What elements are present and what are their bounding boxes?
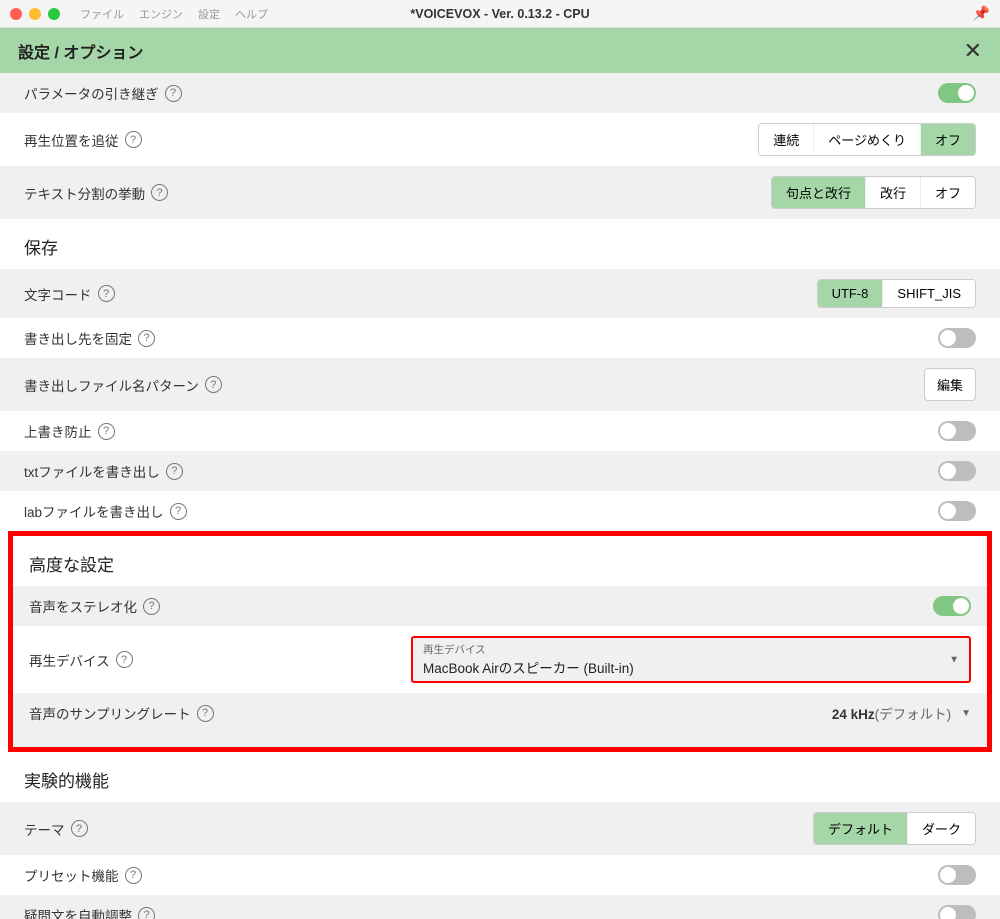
menu-engine[interactable]: エンジン: [139, 6, 183, 22]
label-play-device: 再生デバイス: [29, 650, 110, 670]
titlebar: ファイル エンジン 設定 ヘルプ *VOICEVOX - Ver. 0.13.2…: [0, 0, 1000, 28]
section-advanced: 高度な設定: [13, 536, 987, 586]
label-filename-pattern: 書き出しファイル名パターン: [24, 375, 199, 395]
label-stereo: 音声をステレオ化: [29, 596, 137, 616]
help-icon[interactable]: ?: [166, 463, 183, 480]
help-icon[interactable]: ?: [98, 285, 115, 302]
advanced-section-highlight: 高度な設定 音声をステレオ化 ? 再生デバイス ? 再生デバイス MacBook…: [8, 531, 992, 752]
window-title: *VOICEVOX - Ver. 0.13.2 - CPU: [410, 7, 589, 21]
opt-dark[interactable]: ダーク: [907, 813, 975, 844]
select-value: MacBook Airのスピーカー (Built-in): [423, 657, 959, 677]
close-icon[interactable]: ✕: [964, 38, 982, 64]
row-stereo: 音声をステレオ化 ?: [13, 586, 987, 626]
opt-newline[interactable]: 改行: [865, 177, 920, 208]
help-icon[interactable]: ?: [125, 867, 142, 884]
window-controls: [10, 8, 60, 20]
label-theme: テーマ: [24, 819, 65, 839]
toggle-lab-export[interactable]: [938, 501, 976, 521]
help-icon[interactable]: ?: [205, 376, 222, 393]
text-split-options: 句点と改行 改行 オフ: [771, 176, 976, 209]
row-theme: テーマ ? デフォルト ダーク: [0, 802, 1000, 855]
toggle-txt-export[interactable]: [938, 461, 976, 481]
help-icon[interactable]: ?: [125, 131, 142, 148]
label-lab-export: labファイルを書き出し: [24, 501, 164, 521]
section-experimental: 実験的機能: [0, 752, 1000, 802]
maximize-window-icon[interactable]: [48, 8, 60, 20]
toggle-preset[interactable]: [938, 865, 976, 885]
menu-file[interactable]: ファイル: [80, 6, 124, 22]
close-window-icon[interactable]: [10, 8, 22, 20]
row-sample-rate: 音声のサンプリングレート ? 24 kHz(デフォルト) ▼: [13, 693, 987, 733]
toggle-question[interactable]: [938, 905, 976, 919]
play-device-select[interactable]: 再生デバイス MacBook Airのスピーカー (Built-in) ▼: [411, 636, 971, 683]
menu-settings[interactable]: 設定: [198, 6, 220, 22]
row-encoding: 文字コード ? UTF-8 SHIFT_JIS: [0, 269, 1000, 318]
pin-icon[interactable]: 📌: [973, 5, 990, 22]
help-icon[interactable]: ?: [165, 85, 182, 102]
chevron-down-icon: ▼: [949, 654, 959, 665]
opt-page-turn[interactable]: ページめくり: [813, 124, 920, 155]
label-play-follow: 再生位置を追従: [24, 130, 119, 150]
section-save: 保存: [0, 219, 1000, 269]
label-txt-export: txtファイルを書き出し: [24, 461, 160, 481]
row-question: 疑問文を自動調整 ?: [0, 895, 1000, 919]
chevron-down-icon: ▼: [961, 708, 971, 719]
theme-options: デフォルト ダーク: [813, 812, 976, 845]
help-icon[interactable]: ?: [197, 705, 214, 722]
sample-rate-value: 24 kHz: [832, 707, 875, 722]
row-lab-export: labファイルを書き出し ?: [0, 491, 1000, 531]
menu-help[interactable]: ヘルプ: [235, 6, 268, 22]
menubar: ファイル エンジン 設定 ヘルプ: [80, 6, 268, 22]
help-icon[interactable]: ?: [138, 330, 155, 347]
encoding-options: UTF-8 SHIFT_JIS: [817, 279, 976, 308]
label-sample-rate: 音声のサンプリングレート: [29, 703, 191, 723]
opt-off[interactable]: オフ: [920, 177, 975, 208]
opt-period-newline[interactable]: 句点と改行: [772, 177, 865, 208]
label-text-split: テキスト分割の挙動: [24, 183, 145, 203]
minimize-window-icon[interactable]: [29, 8, 41, 20]
settings-content: パラメータの引き継ぎ ? 再生位置を追従 ? 連続 ページめくり オフ テキスト…: [0, 73, 1000, 919]
help-icon[interactable]: ?: [98, 423, 115, 440]
opt-utf8[interactable]: UTF-8: [818, 280, 883, 307]
row-txt-export: txtファイルを書き出し ?: [0, 451, 1000, 491]
opt-default[interactable]: デフォルト: [814, 813, 907, 844]
sample-rate-select[interactable]: 24 kHz(デフォルト) ▼: [832, 703, 971, 723]
play-follow-options: 連続 ページめくり オフ: [758, 123, 976, 156]
help-icon[interactable]: ?: [170, 503, 187, 520]
toggle-stereo[interactable]: [933, 596, 971, 616]
help-icon[interactable]: ?: [138, 907, 155, 919]
toggle-param-inherit[interactable]: [938, 83, 976, 103]
help-icon[interactable]: ?: [71, 820, 88, 837]
opt-continuous[interactable]: 連続: [759, 124, 813, 155]
label-encoding: 文字コード: [24, 284, 92, 304]
opt-shiftjis[interactable]: SHIFT_JIS: [882, 280, 975, 307]
settings-title: 設定 / オプション: [18, 39, 143, 63]
row-preset: プリセット機能 ?: [0, 855, 1000, 895]
opt-off[interactable]: オフ: [920, 124, 975, 155]
row-param-inherit: パラメータの引き継ぎ ?: [0, 73, 1000, 113]
row-overwrite-protect: 上書き防止 ?: [0, 411, 1000, 451]
label-question: 疑問文を自動調整: [24, 905, 132, 919]
edit-button[interactable]: 編集: [924, 368, 976, 401]
row-play-device: 再生デバイス ? 再生デバイス MacBook Airのスピーカー (Built…: [13, 626, 987, 693]
toggle-fixed-export[interactable]: [938, 328, 976, 348]
row-text-split: テキスト分割の挙動 ? 句点と改行 改行 オフ: [0, 166, 1000, 219]
row-fixed-export: 書き出し先を固定 ?: [0, 318, 1000, 358]
toggle-overwrite[interactable]: [938, 421, 976, 441]
sample-rate-default: (デフォルト): [875, 707, 952, 722]
help-icon[interactable]: ?: [151, 184, 168, 201]
select-label: 再生デバイス: [423, 642, 959, 657]
settings-header: 設定 / オプション ✕: [0, 28, 1000, 73]
label-preset: プリセット機能: [24, 865, 119, 885]
row-filename-pattern: 書き出しファイル名パターン ? 編集: [0, 358, 1000, 411]
row-play-follow: 再生位置を追従 ? 連続 ページめくり オフ: [0, 113, 1000, 166]
label-overwrite: 上書き防止: [24, 421, 92, 441]
label-param-inherit: パラメータの引き継ぎ: [24, 83, 159, 103]
help-icon[interactable]: ?: [116, 651, 133, 668]
help-icon[interactable]: ?: [143, 598, 160, 615]
label-fixed-export: 書き出し先を固定: [24, 328, 132, 348]
